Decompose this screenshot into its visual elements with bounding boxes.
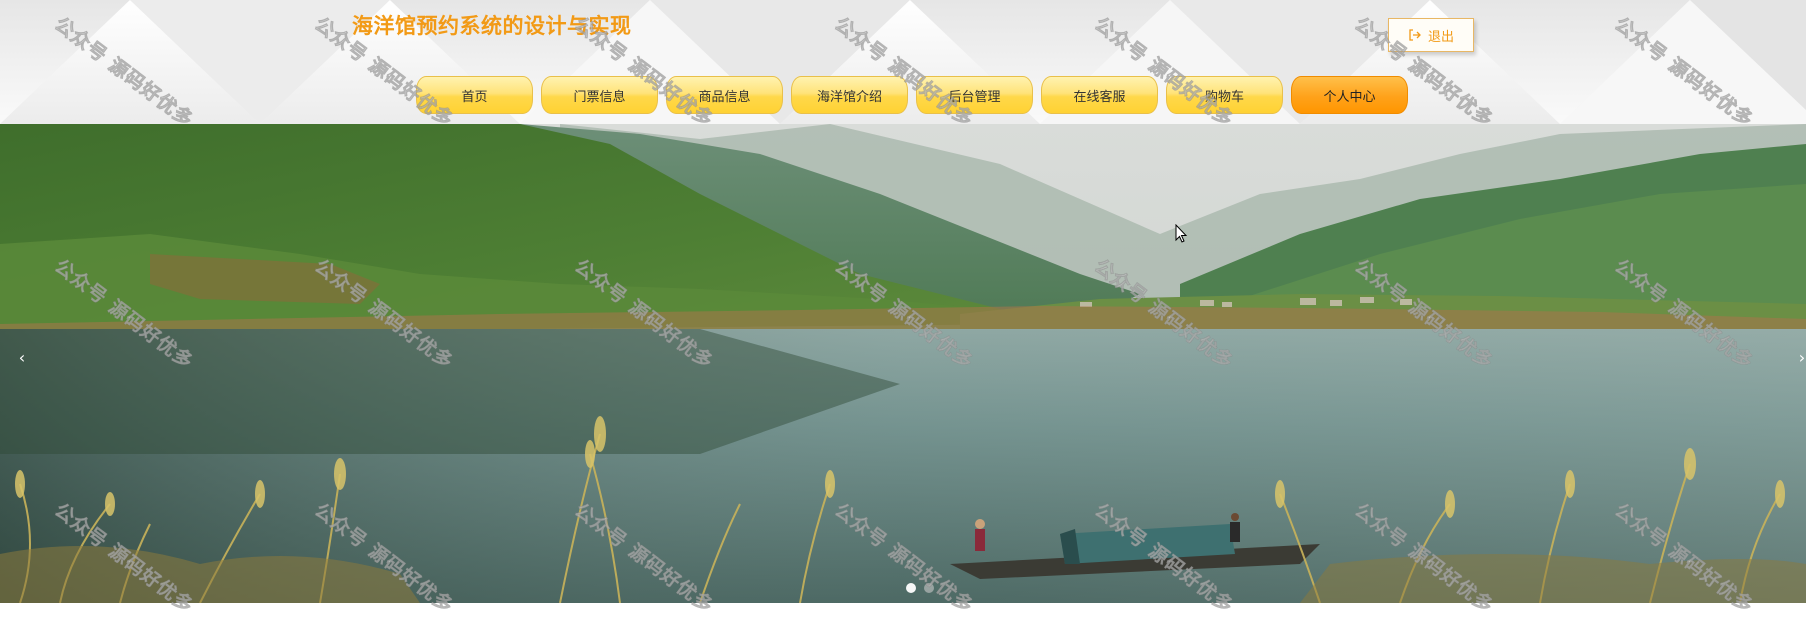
hero-carousel [0,124,1806,603]
nav-item-cart[interactable]: 购物车 [1166,76,1283,114]
nav-item-tickets[interactable]: 门票信息 [541,76,658,114]
main-nav: 首页 门票信息 商品信息 海洋馆介绍 后台管理 在线客服 购物车 个人中心 [416,76,1408,114]
logout-button[interactable]: 退出 [1388,18,1474,52]
carousel-dot-2[interactable] [924,583,934,593]
carousel-indicators [906,583,934,593]
carousel-next-arrow[interactable]: › [1794,350,1806,366]
site-header: 海洋馆预约系统的设计与实现 退出 首页 门票信息 商品信息 海洋馆介绍 后台管理… [0,0,1806,124]
nav-item-home[interactable]: 首页 [416,76,533,114]
nav-item-personal-center[interactable]: 个人中心 [1291,76,1408,114]
site-title: 海洋馆预约系统的设计与实现 [352,14,632,38]
carousel-dot-1[interactable] [906,583,916,593]
carousel-slide-image [0,124,1806,603]
logout-label: 退出 [1427,29,1454,45]
carousel-prev-arrow[interactable]: ‹ [14,350,30,366]
mouse-pointer-icon [1175,224,1188,243]
nav-item-products[interactable]: 商品信息 [666,76,783,114]
nav-item-admin[interactable]: 后台管理 [916,76,1033,114]
logout-icon [1409,29,1421,41]
nav-item-online-service[interactable]: 在线客服 [1041,76,1158,114]
nav-item-aquarium-intro[interactable]: 海洋馆介绍 [791,76,908,114]
